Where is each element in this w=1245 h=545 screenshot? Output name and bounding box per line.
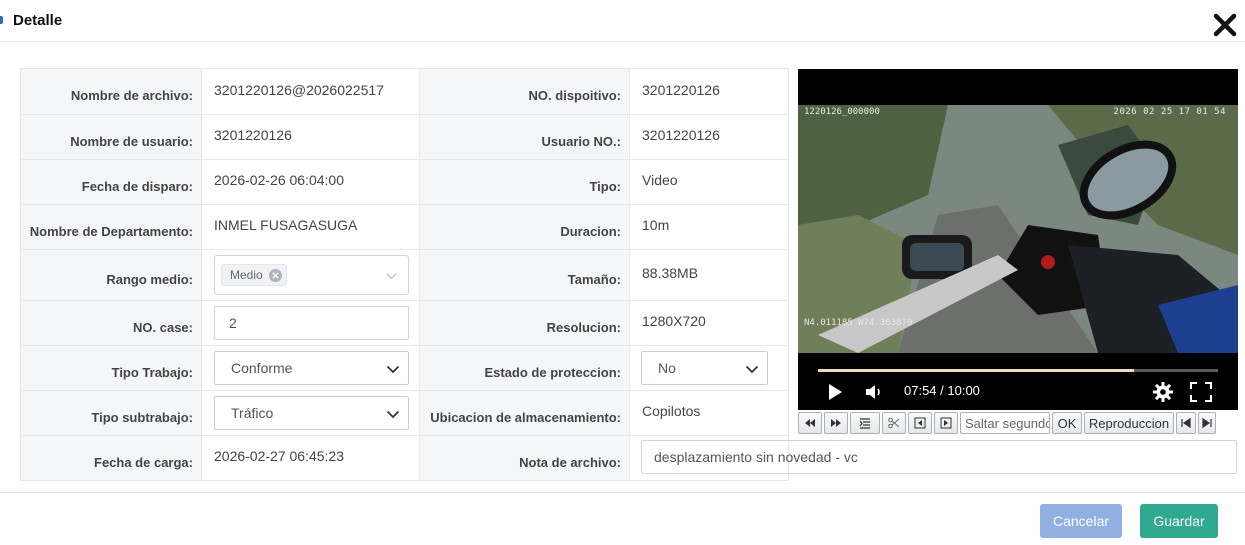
video-progress-fill	[818, 369, 1134, 372]
osd-gps: N4.011185 W74.363879	[804, 318, 913, 328]
video-frame-image	[798, 105, 1238, 353]
remove-tag-icon[interactable]	[268, 268, 282, 282]
case-no-input[interactable]: 2	[214, 306, 409, 340]
cancel-button[interactable]: Cancelar	[1040, 504, 1122, 538]
range-tag-label: Medio	[230, 268, 263, 282]
duration-value: 10m	[642, 217, 670, 233]
settings-gear-icon[interactable]	[1152, 379, 1174, 405]
work-type-value: Conforme	[231, 360, 293, 376]
skip-end-icon[interactable]	[1198, 412, 1216, 434]
form-row: Nombre de Departamento: INMEL FUSAGASUGA…	[20, 204, 789, 250]
detail-form: Nombre de archivo: 3201220126@2026022517…	[20, 68, 789, 481]
play-icon[interactable]	[826, 379, 844, 405]
size-value: 88.38MB	[642, 265, 699, 281]
work-type-select[interactable]: Conforme	[214, 351, 409, 385]
form-row: Nombre de usuario: 3201220126 Usuario NO…	[20, 114, 789, 160]
shot-date-value: 2026-02-26 06:04:00	[214, 172, 344, 188]
work-subtype-label: Tipo subtrabajo:	[91, 409, 193, 425]
storage-label: Ubicacion de almacenamiento:	[430, 409, 621, 425]
note-input[interactable]: desplazamiento sin novedad - vc	[641, 440, 1237, 474]
upload-date-value: 2026-02-27 06:45:23	[214, 448, 344, 464]
department-value: INMEL FUSAGASUGA	[214, 217, 358, 233]
form-row: Tipo Trabajo: Conforme Estado de protecc…	[20, 345, 789, 391]
user-name-label: Nombre de usuario:	[70, 133, 193, 149]
protection-value: No	[658, 360, 676, 376]
form-row: NO. case: 2 Resolucion: 1280X720	[20, 300, 789, 346]
duration-label: Duracion:	[560, 223, 621, 239]
department-label: Nombre de Departamento:	[29, 223, 193, 239]
chevron-down-icon	[386, 365, 400, 374]
work-type-label: Tipo Trabajo:	[111, 364, 193, 380]
range-tag: Medio	[221, 264, 287, 286]
form-row: Fecha de disparo: 2026-02-26 06:04:00 Ti…	[20, 159, 789, 205]
range-label: Rango medio:	[106, 271, 193, 287]
fast-forward-icon[interactable]	[824, 412, 848, 434]
protection-select[interactable]: No	[641, 351, 768, 385]
osd-camera-id: 1220126_000000	[804, 107, 880, 117]
protection-label: Estado de proteccion:	[484, 364, 621, 380]
type-value: Video	[642, 172, 678, 188]
video-time: 07:54 / 10:00	[904, 383, 980, 398]
playback-button[interactable]: Reproduccion	[1084, 412, 1174, 434]
device-no-label: NO. dispoitivo:	[528, 88, 621, 103]
user-name-value: 3201220126	[214, 127, 292, 143]
resolution-value: 1280X720	[642, 313, 706, 329]
rewind-icon[interactable]	[798, 412, 822, 434]
user-no-label: Usuario NO.:	[541, 133, 621, 149]
dialog-footer: Cancelar Guardar	[0, 492, 1245, 545]
range-multiselect[interactable]: Medio	[214, 255, 409, 295]
video-frame	[798, 105, 1238, 353]
ok-button[interactable]: OK	[1052, 412, 1082, 434]
note-value: desplazamiento sin novedad - vc	[654, 449, 858, 465]
shot-date-label: Fecha de disparo:	[81, 178, 193, 194]
resolution-label: Resolucion:	[546, 319, 621, 335]
video-progress-bar[interactable]	[818, 369, 1218, 372]
chevron-down-icon	[386, 273, 397, 280]
note-label: Nota de archivo:	[519, 454, 621, 470]
skip-start-icon[interactable]	[1176, 412, 1196, 434]
seek-seconds-placeholder: Saltar segundos	[965, 415, 1050, 431]
case-no-label: NO. case:	[133, 319, 193, 335]
dialog-title: Detalle	[13, 12, 63, 29]
playback-toolbar: Saltar segundos OK Reproduccion	[798, 411, 1238, 435]
chevron-down-icon	[386, 410, 400, 419]
osd-timestamp: 2026 02 25 17 01 54	[1113, 107, 1226, 117]
work-subtype-select[interactable]: Tráfico	[214, 396, 409, 430]
size-label: Tamaño:	[567, 271, 621, 287]
device-no-value: 3201220126	[642, 81, 720, 98]
storage-value: Copilotos	[642, 403, 701, 419]
file-name-label: Nombre de archivo:	[70, 88, 193, 103]
fullscreen-icon[interactable]	[1190, 379, 1212, 405]
volume-icon[interactable]	[864, 379, 884, 405]
dialog-header: Detalle	[0, 0, 1245, 42]
video-player[interactable]: 1220126_000000 2026 02 25 17 01 54 N4.01…	[798, 69, 1238, 410]
form-row: Tipo subtrabajo: Tráfico Ubicacion de al…	[20, 390, 789, 436]
form-row: Nombre de archivo: 3201220126@2026022517…	[20, 68, 789, 115]
file-name-value: 3201220126@2026022517	[214, 81, 384, 98]
seek-seconds-input[interactable]: Saltar segundos	[960, 412, 1050, 434]
user-no-value: 3201220126	[642, 127, 720, 143]
save-button[interactable]: Guardar	[1140, 504, 1218, 538]
next-frame-icon[interactable]	[934, 412, 958, 434]
list-icon[interactable]	[850, 412, 880, 434]
work-subtype-value: Tráfico	[231, 405, 274, 421]
upload-date-label: Fecha de carga:	[94, 454, 193, 470]
scissors-icon[interactable]	[882, 412, 906, 434]
close-icon[interactable]	[1212, 12, 1238, 38]
chevron-down-icon	[745, 365, 759, 374]
form-row: Rango medio: Medio Tamaño: 88.38MB	[20, 249, 789, 301]
prev-frame-icon[interactable]	[908, 412, 932, 434]
type-label: Tipo:	[589, 178, 621, 194]
